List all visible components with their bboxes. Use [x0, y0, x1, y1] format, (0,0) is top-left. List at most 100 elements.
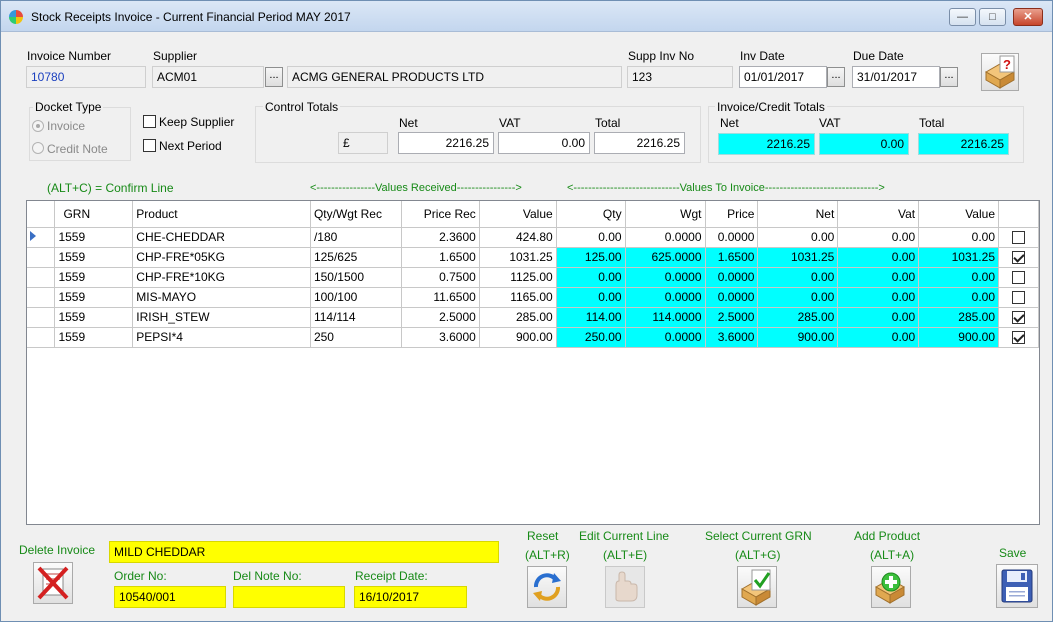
due-date-field[interactable]: 31/01/2017	[852, 66, 940, 88]
invoice-number-field[interactable]: 10780	[26, 66, 146, 88]
cell-net[interactable]: 0.00	[757, 267, 839, 288]
row-indicator	[27, 247, 56, 268]
cell-price[interactable]: 0.0000	[705, 226, 759, 248]
cell-qty[interactable]: 125.00	[556, 247, 626, 268]
cell-wgt[interactable]: 0.0000	[625, 327, 706, 348]
help-button[interactable]: ?	[981, 53, 1019, 91]
cell-wgt[interactable]: 625.0000	[625, 247, 706, 268]
cell-vat[interactable]: 0.00	[837, 307, 920, 328]
col-value-rec-header[interactable]: Value	[479, 201, 557, 228]
supplier-browse-button[interactable]: ...	[265, 67, 283, 87]
col-qty-rec-header[interactable]: Qty/Wgt Rec	[310, 201, 402, 228]
inv-date-field[interactable]: 01/01/2017	[739, 66, 827, 88]
cell-price[interactable]: 0.0000	[705, 267, 759, 288]
cell-price[interactable]: 3.6000	[705, 327, 759, 348]
save-button[interactable]	[996, 564, 1038, 608]
invoice-radio[interactable]	[32, 120, 44, 132]
cell-price[interactable]: 2.5000	[705, 307, 759, 328]
table-row[interactable]: 1559 IRISH_STEW 114/114 2.5000 285.00 114.00 1…	[27, 307, 1039, 328]
table-row[interactable]: 1559 CHE-CHEDDAR/180 2.3600 424.80 0.00 0.000…	[27, 226, 1039, 248]
col-qty-header[interactable]: Qty	[556, 201, 626, 228]
next-period-checkbox[interactable]	[143, 139, 156, 152]
cell-qty[interactable]: 250.00	[556, 327, 626, 348]
cell-value: 285.00	[479, 307, 557, 328]
box-check-icon	[740, 569, 772, 606]
control-net-field[interactable]: 2216.25	[398, 132, 494, 154]
cell-value: 1125.00	[479, 267, 557, 288]
table-row[interactable]: 1559 PEPSI*4 250 3.6000 900.00 250.00 0.0000 3.…	[27, 327, 1039, 348]
add-product-button[interactable]	[871, 566, 911, 608]
supp-inv-no-field[interactable]: 123	[627, 66, 733, 88]
cell-net[interactable]: 0.00	[757, 287, 839, 308]
delete-invoice-button[interactable]	[33, 562, 73, 604]
confirm-line-checkbox[interactable]	[1012, 231, 1025, 245]
col-wgt-header[interactable]: Wgt	[625, 201, 706, 228]
cell-inv-value[interactable]: 0.00	[918, 287, 999, 308]
col-product-header[interactable]: Product	[132, 201, 311, 228]
cell-vat[interactable]: 0.00	[837, 327, 920, 348]
cell-vat[interactable]: 0.00	[837, 226, 920, 248]
inv-date-picker-button[interactable]: ...	[827, 67, 845, 87]
receipt-lines-grid[interactable]: GRN Product Qty/Wgt Rec Price Rec Value …	[26, 200, 1040, 525]
cell-net[interactable]: 0.00	[757, 226, 839, 248]
cell-price[interactable]: 1.6500	[705, 247, 759, 268]
table-row[interactable]: 1559 CHP-FRE*05KG 125/625 1.6500 1031.25 125.…	[27, 247, 1039, 268]
invoice-total-field: 2216.25	[918, 133, 1009, 155]
cell-net[interactable]: 900.00	[757, 327, 839, 348]
cell-wgt[interactable]: 114.0000	[625, 307, 706, 328]
minimize-button[interactable]: —	[949, 8, 976, 26]
cell-confirm	[998, 287, 1039, 308]
cell-inv-value[interactable]: 0.00	[918, 226, 999, 248]
cell-grn: 1559	[54, 226, 134, 248]
table-row[interactable]: 1559 MIS-MAYO 100/100 11.6500 1165.00 0.00 0.0…	[27, 287, 1039, 308]
close-button[interactable]: ✕	[1013, 8, 1043, 26]
edit-current-line-button[interactable]	[605, 566, 645, 608]
cell-vat[interactable]: 0.00	[837, 247, 920, 268]
add-product-shortcut: (ALT+A)	[870, 548, 915, 562]
col-price-header[interactable]: Price	[705, 201, 759, 228]
cell-inv-value[interactable]: 900.00	[918, 327, 999, 348]
supplier-name-field[interactable]: ACMG GENERAL PRODUCTS LTD	[287, 66, 622, 88]
col-value-header[interactable]: Value	[918, 201, 999, 228]
cell-net[interactable]: 285.00	[757, 307, 839, 328]
due-date-picker-button[interactable]: ...	[940, 67, 958, 87]
control-total-field[interactable]: 2216.25	[594, 132, 685, 154]
maximize-button[interactable]: □	[979, 8, 1006, 26]
cell-inv-value[interactable]: 285.00	[918, 307, 999, 328]
reset-button[interactable]	[527, 566, 567, 608]
credit-note-radio[interactable]	[32, 142, 44, 154]
cell-vat[interactable]: 0.00	[837, 287, 920, 308]
confirm-line-checkbox[interactable]	[1012, 251, 1025, 265]
invoice-vat-label: VAT	[819, 116, 841, 130]
cell-inv-value[interactable]: 0.00	[918, 267, 999, 288]
confirm-line-checkbox[interactable]	[1012, 331, 1025, 345]
table-row[interactable]: 1559 CHP-FRE*10KG 150/1500 0.7500 1125.00 0.0…	[27, 267, 1039, 288]
cell-net[interactable]: 1031.25	[757, 247, 839, 268]
cell-qty[interactable]: 0.00	[556, 287, 626, 308]
confirm-line-checkbox[interactable]	[1012, 291, 1025, 305]
col-price-rec-header[interactable]: Price Rec	[401, 201, 480, 228]
next-period-label: Next Period	[159, 139, 222, 153]
cell-wgt[interactable]: 0.0000	[625, 226, 706, 248]
col-vat-header[interactable]: Vat	[837, 201, 920, 228]
confirm-line-checkbox[interactable]	[1012, 311, 1025, 325]
supp-inv-no-label: Supp Inv No	[628, 49, 695, 63]
cell-price[interactable]: 0.0000	[705, 287, 759, 308]
cell-wgt[interactable]: 0.0000	[625, 287, 706, 308]
confirm-line-hint: (ALT+C) = Confirm Line	[47, 181, 174, 195]
supplier-code-field[interactable]: ACM01	[152, 66, 264, 88]
keep-supplier-checkbox[interactable]	[143, 115, 156, 128]
cell-wgt[interactable]: 0.0000	[625, 267, 706, 288]
cell-inv-value[interactable]: 1031.25	[918, 247, 999, 268]
delete-invoice-label: Delete Invoice	[19, 543, 96, 557]
col-grn-header[interactable]: GRN	[54, 201, 134, 228]
cell-qty[interactable]: 0.00	[556, 267, 626, 288]
delete-document-icon	[37, 566, 69, 600]
confirm-line-checkbox[interactable]	[1012, 271, 1025, 285]
col-net-header[interactable]: Net	[757, 201, 839, 228]
cell-qty[interactable]: 0.00	[556, 226, 626, 248]
cell-vat[interactable]: 0.00	[837, 267, 920, 288]
control-vat-field[interactable]: 0.00	[498, 132, 590, 154]
select-current-grn-button[interactable]	[737, 566, 777, 608]
cell-qty[interactable]: 114.00	[556, 307, 626, 328]
